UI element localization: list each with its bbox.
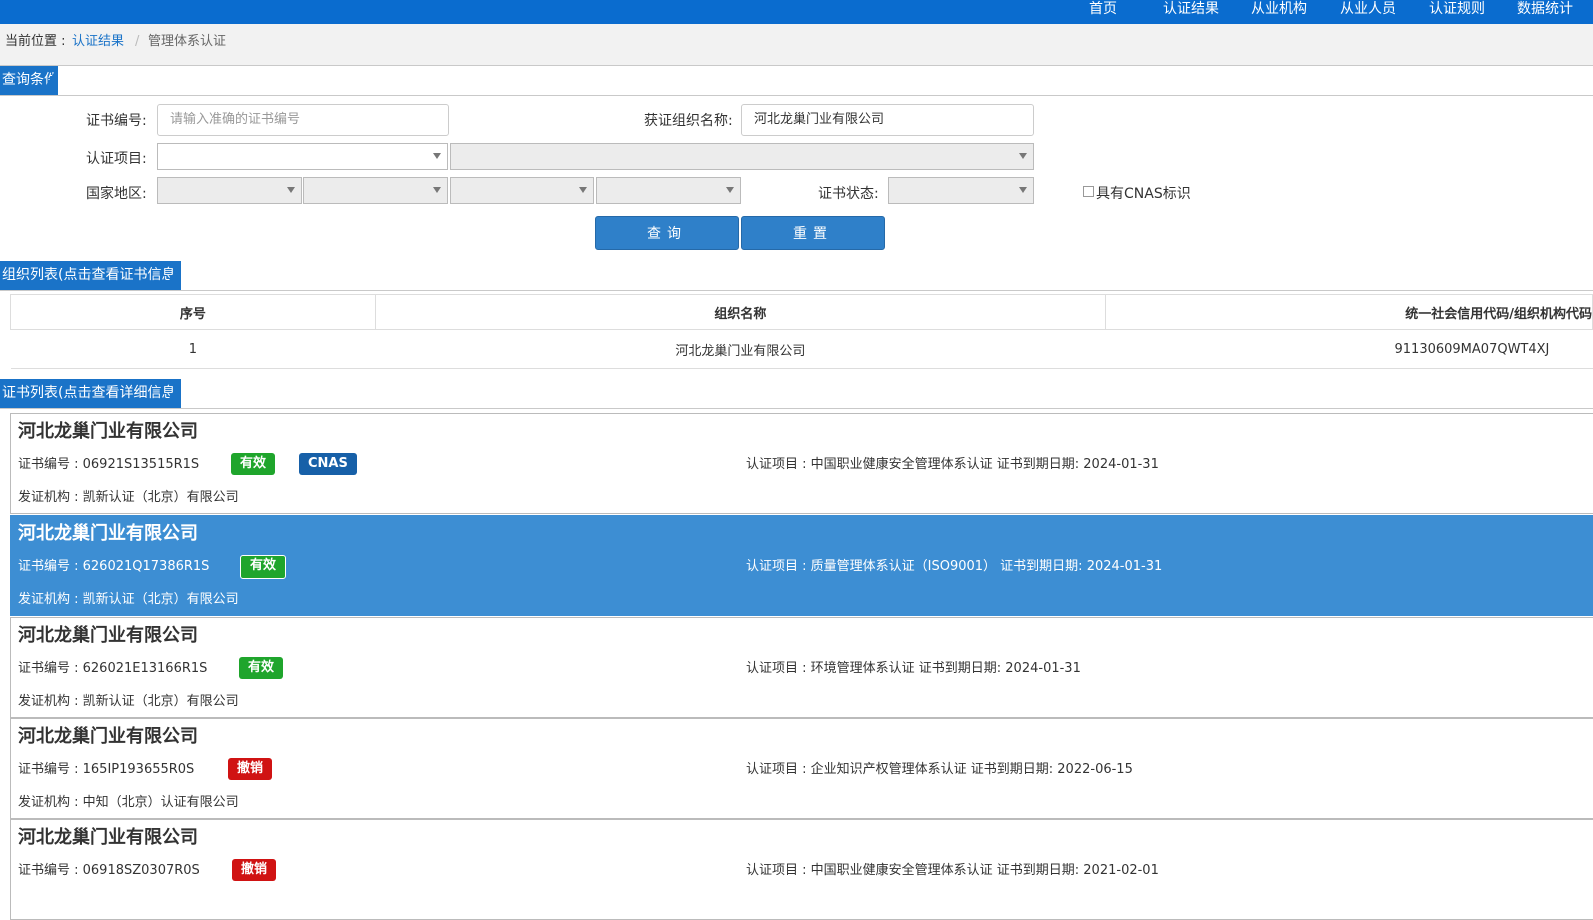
table-row[interactable]: 1 河北龙巢门业有限公司 91130609MA07QWT4XJ: [10, 329, 1593, 369]
region-city-select[interactable]: [450, 177, 594, 204]
nav-cert-results[interactable]: 认证结果: [1163, 0, 1219, 24]
cert-card-org-name: 河北龙巢门业有限公司: [18, 827, 198, 848]
org-list-section-header: 组织列表(点击查看证书信息): [0, 261, 1593, 291]
cert-card-cert-no: 证书编号 : 626021Q17386R1S: [18, 559, 210, 574]
project-category-select[interactable]: [157, 143, 448, 170]
cert-card-project: 认证项目 : 中国职业健康安全管理体系认证 证书到期日期: 2024-01-31: [746, 457, 1159, 472]
cert-card-issuer: 发证机构 : 凯新认证（北京）有限公司: [18, 490, 239, 505]
region-province-select[interactable]: [303, 177, 448, 204]
cert-card-issuer: 发证机构 : 凯新认证（北京）有限公司: [18, 592, 239, 607]
cert-card-org-name: 河北龙巢门业有限公司: [18, 625, 198, 646]
cert-card-project: 认证项目 : 环境管理体系认证 证书到期日期: 2024-01-31: [746, 661, 1081, 676]
cert-card-org-name: 河北龙巢门业有限公司: [18, 726, 198, 747]
breadcrumb-link-results[interactable]: 认证结果: [72, 34, 124, 50]
cert-card-org-name: 河北龙巢门业有限公司: [18, 421, 198, 442]
cert-list-section-title: 证书列表(点击查看详细信息): [0, 379, 181, 408]
chevron-down-icon: [433, 187, 441, 193]
breadcrumb-label: 当前位置 :: [5, 34, 66, 49]
column-header-org-name: 组织名称: [374, 294, 1107, 330]
cert-card-issuer: 发证机构 : 凯新认证（北京）有限公司: [18, 694, 239, 709]
cell-credit-code: 91130609MA07QWT4XJ: [1105, 329, 1593, 369]
cert-card-cert-no: 证书编号 : 06918SZ0307R0S: [18, 863, 200, 878]
status-label: 证书状态:: [818, 186, 879, 202]
cert-card-cert-no: 证书编号 : 06921S13515R1S: [18, 457, 200, 472]
status-badge: 撤销: [232, 859, 277, 881]
chevron-down-icon: [726, 187, 734, 193]
cnas-badge: CNAS: [299, 453, 357, 475]
status-badge: 有效: [239, 657, 284, 679]
status-badge: 有效: [231, 453, 276, 475]
status-badge: 有效: [240, 555, 287, 579]
org-name-input[interactable]: 河北龙巢门业有限公司: [741, 104, 1034, 136]
cert-card-selected[interactable]: 河北龙巢门业有限公司 证书编号 : 626021Q17386R1S 有效 认证项…: [10, 515, 1593, 616]
cell-org-name[interactable]: 河北龙巢门业有限公司: [375, 329, 1106, 369]
cert-card[interactable]: 河北龙巢门业有限公司 证书编号 : 06921S13515R1S 有效 CNAS…: [10, 413, 1593, 514]
project-subcategory-select[interactable]: [450, 143, 1034, 170]
region-country-select[interactable]: [157, 177, 302, 204]
breadcrumb: 当前位置 : 认证结果 / 管理体系认证: [0, 24, 1593, 66]
column-header-credit-code: 统一社会信用代码/组织机构代码: [1105, 294, 1593, 330]
nav-institutions[interactable]: 从业机构: [1251, 0, 1307, 24]
breadcrumb-separator: /: [135, 34, 140, 49]
nav-cert-rules[interactable]: 认证规则: [1429, 0, 1485, 24]
cert-card-org-name: 河北龙巢门业有限公司: [18, 523, 198, 544]
status-badge: 撤销: [228, 758, 273, 780]
status-select[interactable]: [888, 177, 1034, 204]
cert-card[interactable]: 河北龙巢门业有限公司 证书编号 : 165IP193655R0S 撤销 认证项目…: [10, 718, 1593, 819]
cert-card[interactable]: 河北龙巢门业有限公司 证书编号 : 06918SZ0307R0S 撤销 认证项目…: [10, 819, 1593, 920]
org-table-header: 序号 组织名称 统一社会信用代码/组织机构代码: [10, 294, 1593, 330]
nav-home[interactable]: 首页: [1089, 0, 1117, 24]
cert-card-issuer: 发证机构 : 中知（北京）认证有限公司: [18, 795, 239, 810]
query-section-title: 查询条件: [0, 66, 58, 95]
cert-card-project: 认证项目 : 中国职业健康安全管理体系认证 证书到期日期: 2021-02-01: [746, 863, 1159, 878]
region-label: 国家地区:: [86, 186, 147, 202]
chevron-down-icon: [433, 153, 441, 159]
chevron-down-icon: [1019, 187, 1027, 193]
nav-statistics[interactable]: 数据统计: [1517, 0, 1573, 24]
cert-card-project: 认证项目 : 企业知识产权管理体系认证 证书到期日期: 2022-06-15: [746, 762, 1133, 777]
cert-card[interactable]: 河北龙巢门业有限公司 证书编号 : 626021E13166R1S 有效 认证项…: [10, 617, 1593, 718]
cell-index: 1: [10, 329, 376, 369]
chevron-down-icon: [1019, 153, 1027, 159]
org-list-section-title: 组织列表(点击查看证书信息): [0, 261, 181, 290]
chevron-down-icon: [579, 187, 587, 193]
org-table: 序号 组织名称 统一社会信用代码/组织机构代码 1 河北龙巢门业有限公司 911…: [10, 294, 1593, 369]
project-label: 认证项目:: [86, 151, 147, 167]
reset-button[interactable]: 重置: [741, 216, 885, 250]
search-button[interactable]: 查询: [595, 216, 739, 250]
breadcrumb-current: 管理体系认证: [148, 34, 227, 49]
cert-no-input[interactable]: 请输入准确的证书编号: [157, 104, 449, 136]
cert-no-label: 证书编号:: [86, 113, 147, 129]
top-navigation: 首页 认证结果 从业机构 从业人员 认证规则 数据统计: [0, 0, 1593, 24]
cnas-checkbox-label: 具有CNAS标识: [1096, 186, 1191, 202]
nav-personnel[interactable]: 从业人员: [1340, 0, 1396, 24]
region-district-select[interactable]: [596, 177, 741, 204]
chevron-down-icon: [287, 187, 295, 193]
cert-card-project: 认证项目 : 质量管理体系认证（ISO9001） 证书到期日期: 2024-01…: [746, 559, 1163, 574]
org-name-label: 获证组织名称:: [644, 113, 733, 129]
query-section-header: 查询条件: [0, 66, 1593, 96]
cert-card-cert-no: 证书编号 : 165IP193655R0S: [18, 762, 195, 777]
cert-card-cert-no: 证书编号 : 626021E13166R1S: [18, 661, 208, 676]
cnas-checkbox[interactable]: [1083, 186, 1094, 197]
column-header-index: 序号: [10, 294, 376, 330]
cert-list-section-header: 证书列表(点击查看详细信息): [0, 379, 1593, 409]
